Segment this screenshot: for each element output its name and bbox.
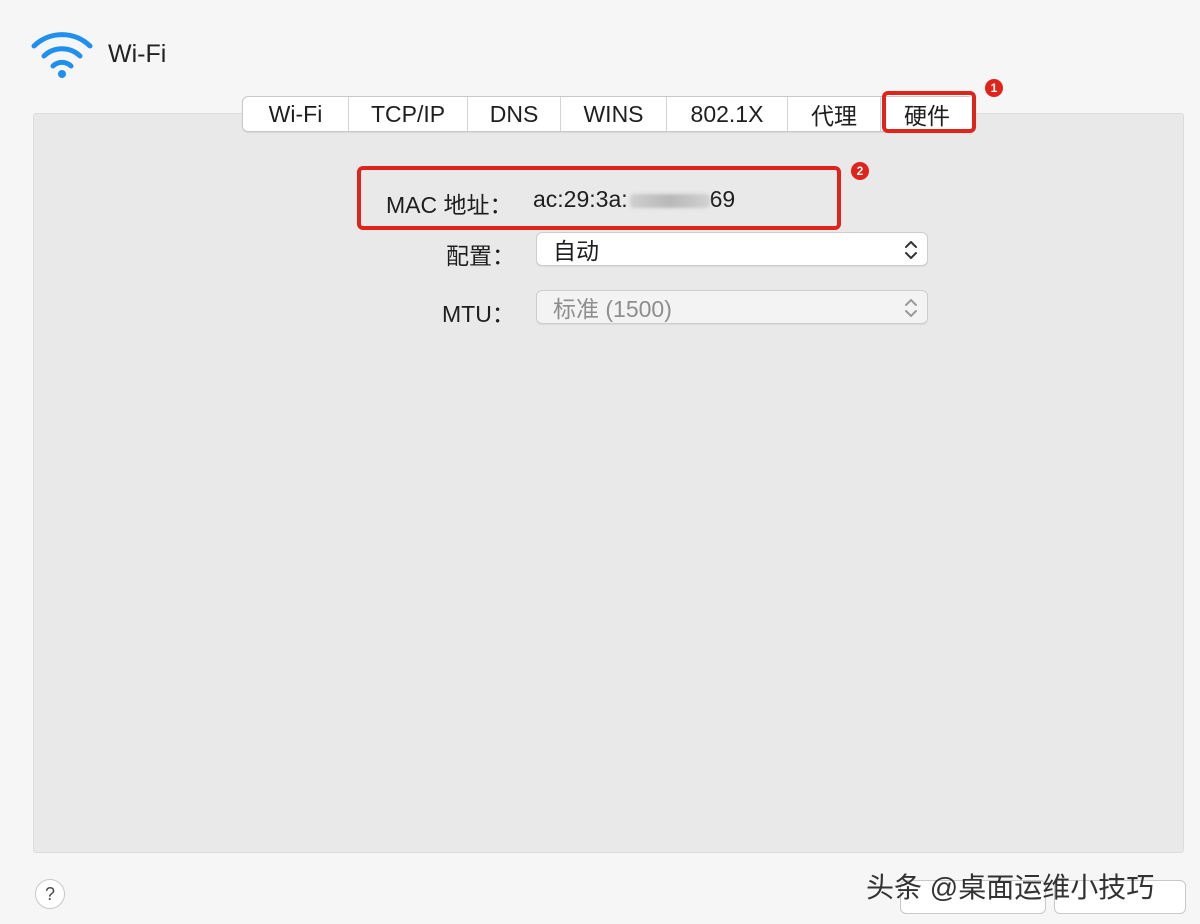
tab-wins[interactable]: WINS bbox=[561, 97, 667, 131]
settings-panel bbox=[33, 113, 1184, 853]
watermark: 头条 @桌面运维小技巧 bbox=[866, 872, 1155, 903]
tab-dns[interactable]: DNS bbox=[468, 97, 561, 131]
mac-address-value: ac:29:3a: 69 bbox=[533, 186, 735, 213]
config-select-value: 自动 bbox=[553, 238, 599, 264]
tab-label: TCP/IP bbox=[370, 100, 446, 127]
config-label: 配置： bbox=[446, 243, 515, 269]
chevron-up-down-icon bbox=[905, 299, 917, 317]
annotation-badge-2: 2 bbox=[851, 162, 869, 180]
tab-label: Wi-Fi bbox=[268, 100, 323, 127]
mtu-select-value: 标准 (1500) bbox=[553, 296, 672, 322]
tab-label: 802.1X bbox=[690, 100, 764, 127]
window-header: Wi-Fi bbox=[30, 28, 166, 80]
config-select[interactable]: 自动 bbox=[536, 232, 928, 266]
annotation-badge-1: 1 bbox=[985, 79, 1003, 97]
tab-tcpip[interactable]: TCP/IP bbox=[349, 97, 468, 131]
help-button[interactable]: ? bbox=[35, 879, 65, 909]
wifi-icon bbox=[31, 32, 93, 78]
tab-bar: Wi-Fi TCP/IP DNS WINS 802.1X 代理 硬件 bbox=[242, 96, 974, 132]
tab-proxy[interactable]: 代理 bbox=[788, 97, 881, 131]
tab-hardware[interactable]: 硬件 bbox=[881, 97, 973, 131]
tab-label: WINS bbox=[583, 100, 644, 127]
mac-address-label: MAC 地址： bbox=[386, 192, 513, 218]
tab-label: DNS bbox=[489, 100, 539, 127]
tab-8021x[interactable]: 802.1X bbox=[667, 97, 788, 131]
tab-wifi[interactable]: Wi-Fi bbox=[243, 97, 349, 131]
network-hardware-settings: Wi-Fi Wi-Fi TCP/IP DNS WINS 802.1X 代理 硬件… bbox=[0, 0, 1200, 924]
redacted-mask bbox=[629, 193, 710, 208]
tab-label: 硬件 bbox=[904, 103, 950, 129]
chevron-up-down-icon bbox=[905, 241, 917, 259]
tab-label: 代理 bbox=[811, 103, 857, 129]
mtu-select[interactable]: 标准 (1500) bbox=[536, 290, 928, 324]
mac-address-end: 69 bbox=[709, 186, 736, 212]
mtu-label: MTU： bbox=[442, 301, 515, 327]
mac-address-start: ac:29:3a: bbox=[533, 186, 628, 212]
window-title: Wi-Fi bbox=[108, 39, 167, 68]
